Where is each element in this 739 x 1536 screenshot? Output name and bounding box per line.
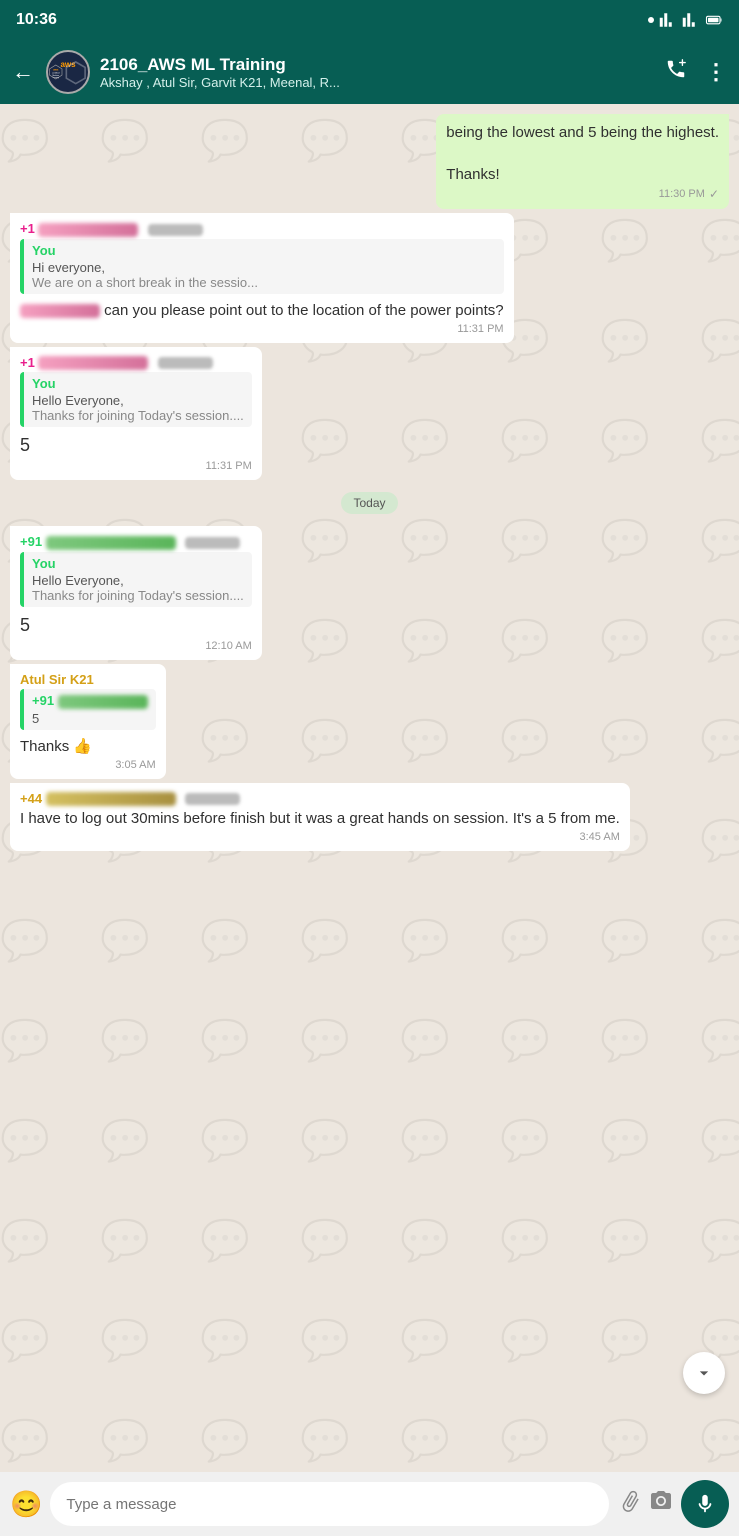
msg-time-4: 12:10 AM <box>205 640 251 652</box>
signal-icon <box>659 11 677 29</box>
chat-wrapper: being the lowest and 5 being the highest… <box>0 104 739 1472</box>
bubble-incoming-4: +91 You Hello Everyone, Thanks for joini… <box>10 526 262 660</box>
bubble-outgoing-1: being the lowest and 5 being the highest… <box>436 114 729 209</box>
msg-text-2: can you please point out to the location… <box>20 300 504 321</box>
mic-button[interactable] <box>681 1480 729 1528</box>
message-outgoing-1: being the lowest and 5 being the highest… <box>436 114 729 209</box>
header-actions: ⋮ <box>665 58 727 86</box>
chat-header: ← aws certified Machine Learning 2106_AW… <box>0 40 739 104</box>
signal-icon-2 <box>682 11 700 29</box>
status-dot <box>648 17 654 23</box>
msg-time-row-4: 12:10 AM <box>20 640 252 652</box>
message-incoming-2: +1 You Hi everyone, We are on a short br… <box>10 213 514 343</box>
attach-button[interactable] <box>611 1485 647 1523</box>
back-button[interactable]: ← <box>12 59 34 85</box>
quote-text-4a: Hello Everyone, <box>32 573 244 588</box>
call-button[interactable] <box>665 58 687 86</box>
status-bar: 10:36 <box>0 0 739 40</box>
msg-text-5: Thanks 👍 <box>20 736 156 757</box>
quote-text-2b: We are on a short break in the sessio... <box>32 275 496 290</box>
msg-text-4: 5 <box>20 613 252 638</box>
msg-time-row-3: 11:31 PM <box>20 460 252 472</box>
quote-text-2a: Hi everyone, <box>32 260 496 275</box>
msg-time-row-2: 11:31 PM <box>20 323 504 335</box>
quote-sender-2: You <box>32 243 496 258</box>
sender-5: Atul Sir K21 <box>20 672 156 687</box>
bubble-incoming-2: +1 You Hi everyone, We are on a short br… <box>10 213 514 343</box>
message-incoming-4: +91 You Hello Everyone, Thanks for joini… <box>10 526 262 660</box>
quote-5: +91 5 <box>20 689 156 730</box>
header-info: 2106_AWS ML Training Akshay , Atul Sir, … <box>100 55 655 90</box>
msg-time-1: 11:30 PM <box>659 188 705 200</box>
menu-button[interactable]: ⋮ <box>705 59 727 85</box>
status-icons <box>648 11 723 29</box>
svg-text:aws: aws <box>53 68 59 71</box>
message-incoming-5: Atul Sir K21 +91 5 Thanks 👍 3:05 AM <box>10 664 166 779</box>
message-incoming-6: +44 I have to log out 30mins before fini… <box>10 783 630 852</box>
message-incoming-3: +1 You Hello Everyone, Thanks for joinin… <box>10 347 262 481</box>
msg-text-6: I have to log out 30mins before finish b… <box>20 808 620 829</box>
date-separator: Today <box>341 492 397 514</box>
camera-button[interactable] <box>649 1489 673 1519</box>
quote-sender-4: You <box>32 556 244 571</box>
msg-time-row-5: 3:05 AM <box>20 759 156 771</box>
battery-icon <box>705 11 723 29</box>
bubble-incoming-6: +44 I have to log out 30mins before fini… <box>10 783 630 852</box>
tick-1: ✓ <box>709 187 719 201</box>
group-members: Akshay , Atul Sir, Garvit K21, Meenal, R… <box>100 75 655 90</box>
msg-time-3: 11:31 PM <box>206 460 252 472</box>
message-input[interactable] <box>50 1482 609 1526</box>
scroll-down-button[interactable] <box>683 1352 725 1394</box>
msg-text-3: 5 <box>20 433 252 458</box>
group-avatar: aws certified Machine Learning <box>46 50 90 94</box>
quote-text-4b: Thanks for joining Today's session.... <box>32 588 244 603</box>
quote-4: You Hello Everyone, Thanks for joining T… <box>20 552 252 607</box>
input-area: 😊 <box>0 1472 739 1536</box>
msg-time-row-1: 11:30 PM ✓ <box>446 187 719 201</box>
quote-3: You Hello Everyone, Thanks for joining T… <box>20 372 252 427</box>
msg-time-2: 11:31 PM <box>457 323 503 335</box>
sender-4: +91 <box>20 534 252 550</box>
quote-text-3a: Hello Everyone, <box>32 393 244 408</box>
quote-sender-5: +91 <box>32 693 148 709</box>
sender-2: +1 <box>20 221 504 237</box>
sender-6: +44 <box>20 791 620 807</box>
msg-time-5: 3:05 AM <box>115 759 155 771</box>
svg-text:Machine: Machine <box>52 75 59 77</box>
quote-2: You Hi everyone, We are on a short break… <box>20 239 504 294</box>
emoji-button[interactable]: 😊 <box>10 1489 42 1520</box>
chat-area: being the lowest and 5 being the highest… <box>0 104 739 1472</box>
msg-time-6: 3:45 AM <box>580 831 620 843</box>
msg-time-row-6: 3:45 AM <box>20 831 620 843</box>
quote-text-5: 5 <box>32 711 148 726</box>
aws-logo-icon: aws certified Machine Learning <box>48 55 64 89</box>
status-time: 10:36 <box>16 11 57 29</box>
msg-text-1: being the lowest and 5 being the highest… <box>446 122 719 185</box>
quote-sender-3: You <box>32 376 244 391</box>
bubble-incoming-3: +1 You Hello Everyone, Thanks for joinin… <box>10 347 262 481</box>
sender-3: +1 <box>20 355 252 371</box>
bubble-incoming-5: Atul Sir K21 +91 5 Thanks 👍 3:05 AM <box>10 664 166 779</box>
quote-text-3b: Thanks for joining Today's session.... <box>32 408 244 423</box>
group-title: 2106_AWS ML Training <box>100 55 655 75</box>
